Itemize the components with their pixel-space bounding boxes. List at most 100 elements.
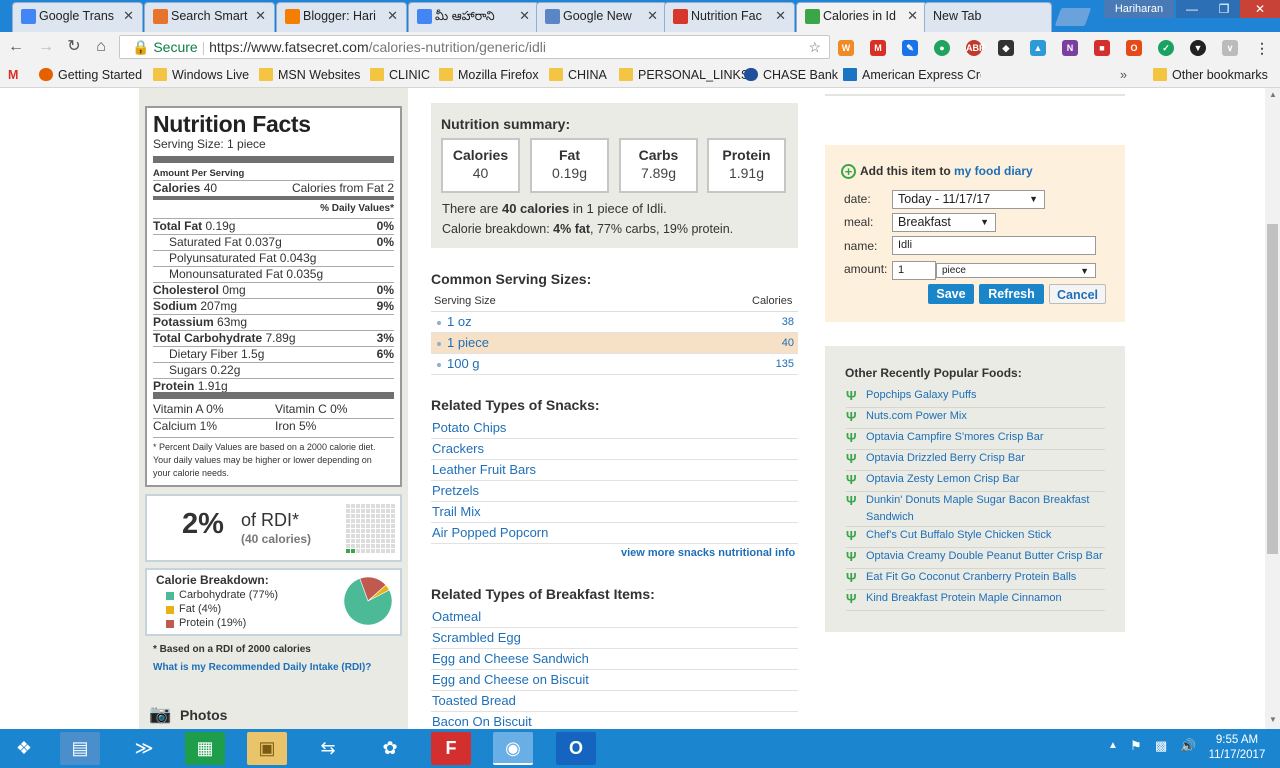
popular-food-link[interactable]: Popchips Galaxy Puffs	[846, 387, 1105, 404]
browser-tab[interactable]: Google Trans ✕	[12, 2, 143, 32]
scroll-down-icon[interactable]: ▼	[1269, 715, 1277, 724]
flag-icon[interactable]: ⚑	[1130, 738, 1142, 754]
bookmark-folder[interactable]: Windows Live	[153, 67, 249, 83]
snacks-link[interactable]: Potato Chips	[431, 418, 798, 439]
meal-select[interactable]: Breakfast ▼	[892, 213, 996, 232]
office-icon[interactable]: O	[1126, 40, 1142, 56]
serving-size-link[interactable]: 1 piece	[447, 333, 489, 353]
snacks-link[interactable]: Trail Mix	[431, 502, 798, 523]
snacks-link[interactable]: Leather Fruit Bars	[431, 460, 798, 481]
extension-icon[interactable]: ✎	[902, 40, 918, 56]
pdf-icon[interactable]: ■	[1094, 40, 1110, 56]
foxit-reader-icon[interactable]: F	[431, 732, 471, 765]
tray-expand-icon[interactable]: ▲	[1108, 740, 1118, 751]
close-tab-icon[interactable]: ✕	[775, 3, 786, 29]
store-icon[interactable]: ▦	[185, 732, 225, 765]
save-button[interactable]: Save	[928, 284, 974, 304]
menu-icon[interactable]: ⋮	[1254, 40, 1270, 56]
extension-icon[interactable]: W	[838, 40, 854, 56]
view-more-snacks-link[interactable]: view more snacks nutritional info	[621, 547, 795, 559]
popular-food-item[interactable]: Ψ Eat Fit Go Coconut Cranberry Protein Ba…	[846, 569, 1105, 590]
serving-row[interactable]: 1 oz 38	[431, 312, 798, 333]
gmail-bookmark-icon[interactable]: M	[8, 67, 18, 83]
browser-tab[interactable]: Calories in Id ✕	[796, 2, 927, 33]
system-clock[interactable]: 9:55 AM 11/17/2017	[1202, 733, 1272, 763]
home-icon[interactable]: ⌂	[90, 36, 112, 58]
breakfast-link[interactable]: Egg and Cheese on Biscuit	[431, 670, 798, 691]
scrollbar-thumb[interactable]	[1267, 224, 1278, 554]
browser-tab[interactable]: New Tab	[924, 2, 1052, 32]
snacks-link[interactable]: Pretzels	[431, 481, 798, 502]
rdi-help-link[interactable]: What is my Recommended Daily Intake (RDI…	[153, 662, 371, 673]
chrome-icon[interactable]: ◉	[493, 732, 533, 765]
extension-icon[interactable]: ∨	[1222, 40, 1238, 56]
bookmark-folder[interactable]: Mozilla Firefox	[439, 67, 539, 83]
bookmark-item[interactable]: CHASE Bank	[744, 67, 838, 83]
popular-food-link[interactable]: Nuts.com Power Mix	[846, 408, 1105, 425]
new-tab-button[interactable]	[1054, 8, 1092, 26]
bookmark-item[interactable]: Getting Started	[39, 67, 142, 83]
bookmark-folder[interactable]: CHINA	[549, 67, 607, 83]
restore-button[interactable]: ❐	[1208, 0, 1240, 18]
popular-food-link[interactable]: Optavia Creamy Double Peanut Butter Cris…	[846, 548, 1105, 565]
food-diary-link[interactable]: my food diary	[954, 164, 1033, 178]
popular-food-link[interactable]: Optavia Campfire S'mores Crisp Bar	[846, 429, 1105, 446]
teamviewer-icon[interactable]: ⇆	[308, 732, 348, 765]
file-explorer-icon[interactable]: ▣	[247, 732, 287, 765]
close-window-button[interactable]: ✕	[1240, 0, 1280, 18]
amount-input[interactable]: 1	[892, 261, 936, 280]
forward-icon[interactable]: →	[35, 36, 57, 58]
breakfast-link[interactable]: Bacon On Biscuit	[431, 712, 798, 729]
browser-tab[interactable]: Google New ✕	[536, 2, 667, 32]
app-icon[interactable]: ✿	[370, 732, 410, 765]
popular-food-item[interactable]: Ψ Optavia Creamy Double Peanut Butter Cri…	[846, 548, 1105, 569]
popular-food-link[interactable]: Eat Fit Go Coconut Cranberry Protein Bal…	[846, 569, 1105, 586]
serving-size-link[interactable]: 100 g	[447, 354, 480, 374]
more-bookmarks-icon[interactable]: »	[1120, 67, 1127, 83]
popular-food-item[interactable]: Ψ Optavia Zesty Lemon Crisp Bar	[846, 471, 1105, 492]
breakfast-link[interactable]: Toasted Bread	[431, 691, 798, 712]
extension-icon[interactable]: ◆	[998, 40, 1014, 56]
close-tab-icon[interactable]: ✕	[647, 3, 658, 29]
profile-button[interactable]: Hariharan	[1104, 0, 1174, 18]
close-tab-icon[interactable]: ✕	[907, 3, 918, 29]
bookmark-folder[interactable]: MSN Websites	[259, 67, 360, 83]
popular-food-link[interactable]: Kind Breakfast Protein Maple Cinnamon	[846, 590, 1105, 607]
file-server-icon[interactable]: ▤	[60, 732, 100, 765]
extension-icon[interactable]: ✓	[1158, 40, 1174, 56]
extension-icon[interactable]: ▼	[1190, 40, 1206, 56]
date-select[interactable]: Today - 11/17/17 ▼	[892, 190, 1045, 209]
popular-food-item[interactable]: Ψ Optavia Drizzled Berry Crisp Bar	[846, 450, 1105, 471]
browser-tab[interactable]: Search Smart ✕	[144, 2, 275, 32]
popular-food-item[interactable]: Ψ Kind Breakfast Protein Maple Cinnamon	[846, 590, 1105, 611]
popular-food-item[interactable]: Ψ Chef's Cut Buffalo Style Chicken Stick	[846, 527, 1105, 548]
unit-select[interactable]: piece ▼	[936, 263, 1096, 278]
onenote-icon[interactable]: N	[1062, 40, 1078, 56]
minimize-button[interactable]: —	[1176, 0, 1208, 18]
popular-food-link[interactable]: Optavia Drizzled Berry Crisp Bar	[846, 450, 1105, 467]
scroll-up-icon[interactable]: ▲	[1269, 90, 1277, 99]
volume-icon[interactable]: 🔊	[1180, 738, 1196, 754]
gmail-icon[interactable]: M	[870, 40, 886, 56]
windows-start-icon[interactable]: ❖	[4, 732, 44, 765]
popular-food-item[interactable]: Ψ Nuts.com Power Mix	[846, 408, 1105, 429]
extension-icon[interactable]: ▲	[1030, 40, 1046, 56]
close-tab-icon[interactable]: ✕	[255, 3, 266, 29]
breakfast-link[interactable]: Egg and Cheese Sandwich	[431, 649, 798, 670]
breakfast-link[interactable]: Oatmeal	[431, 607, 798, 628]
browser-tab[interactable]: మీ ఆహారాని ✕	[408, 2, 539, 32]
bookmark-folder[interactable]: PERSONAL_LINKS	[619, 67, 749, 83]
close-tab-icon[interactable]: ✕	[387, 3, 398, 29]
refresh-button[interactable]: Refresh	[979, 284, 1044, 304]
popular-food-item[interactable]: Ψ Dunkin' Donuts Maple Sugar Bacon Breakf…	[846, 492, 1105, 527]
close-tab-icon[interactable]: ✕	[519, 3, 530, 29]
popular-food-link[interactable]: Chef's Cut Buffalo Style Chicken Stick	[846, 527, 1105, 544]
popular-food-link[interactable]: Optavia Zesty Lemon Crisp Bar	[846, 471, 1105, 488]
breakfast-link[interactable]: Scrambled Egg	[431, 628, 798, 649]
bookmark-item[interactable]: American Express Cre	[843, 67, 981, 83]
name-input[interactable]: Idli	[892, 236, 1096, 255]
extension-icon[interactable]: ●	[934, 40, 950, 56]
popular-food-item[interactable]: Ψ Optavia Campfire S'mores Crisp Bar	[846, 429, 1105, 450]
bookmark-folder[interactable]: CLINIC	[370, 67, 430, 83]
back-icon[interactable]: ←	[5, 36, 27, 58]
